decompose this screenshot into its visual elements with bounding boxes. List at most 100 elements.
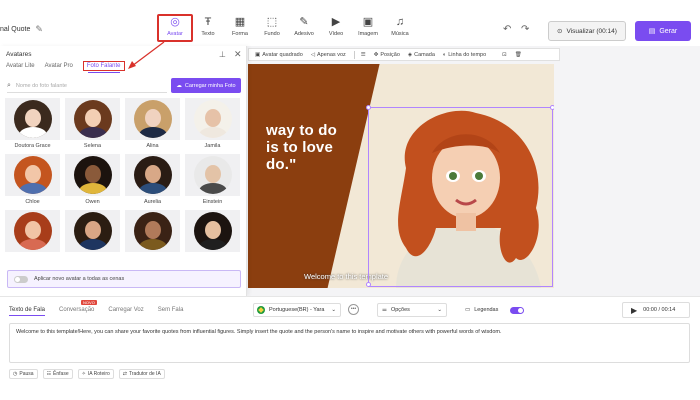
emphasis-button[interactable]: ☷ Ênfase <box>42 369 73 379</box>
undo-icon[interactable]: ↶ <box>503 24 511 35</box>
avatar-card[interactable]: Doutora Grace <box>5 98 60 150</box>
toolbar-label: Avatar <box>167 31 183 37</box>
preview-button[interactable]: ⊙ Visualizar (00:14) <box>548 21 626 41</box>
video-icon: ▶ <box>331 16 341 28</box>
tab-avatar-pro[interactable]: Avatar Pro <box>45 63 73 71</box>
avatar-body <box>138 127 167 138</box>
toolbar-music-button[interactable]: ♫ Música <box>382 16 418 42</box>
subtitles-toggle[interactable] <box>510 306 525 314</box>
trash-icon[interactable]: 🗑 <box>515 52 522 58</box>
avatar-body <box>18 127 47 138</box>
toolbar-sticker-button[interactable]: ✎ Adesivo <box>286 16 322 42</box>
tab-foto-falante[interactable]: Foto Falante <box>82 61 125 73</box>
subtitles-icon: ▭ <box>465 307 471 313</box>
avatar-card[interactable]: Einstein <box>185 154 240 206</box>
script-textarea[interactable]: Welcome to this template!Here, you can s… <box>9 323 690 363</box>
avatar-card[interactable] <box>5 210 60 262</box>
position-option[interactable]: ✥ Posição <box>374 52 400 58</box>
play-icon[interactable]: ▶ <box>631 306 637 315</box>
toolbar-shape-button[interactable]: ▦ Forma <box>222 16 258 42</box>
avatar-card[interactable]: Selena <box>65 98 120 150</box>
search-input[interactable]: Nome do foto falante <box>16 83 67 89</box>
avatar-face <box>24 165 41 183</box>
avatar-thumbnail <box>65 210 120 252</box>
resize-handle[interactable] <box>366 282 371 287</box>
tab-no-speech[interactable]: Sem Fala <box>158 307 184 316</box>
avatar-body <box>78 127 107 138</box>
ai-translator-button[interactable]: ⇄ Tradutor de IA <box>118 369 165 379</box>
upload-photo-button[interactable]: ☁ Carregar minha Foto <box>171 78 241 93</box>
user-circle-icon: ◎ <box>170 16 180 28</box>
unlock-icon[interactable]: ⊡ <box>502 52 507 58</box>
tab-upload-voice[interactable]: Carregar Voz <box>108 307 143 316</box>
generate-button[interactable]: ▤ Gerar <box>635 21 691 41</box>
avatar-card[interactable] <box>185 210 240 262</box>
avatar-shape-option[interactable]: ▣ Avatar quadrado <box>255 52 303 58</box>
selection-box[interactable] <box>368 107 553 287</box>
avatar-portrait <box>193 100 232 138</box>
pin-icon[interactable]: ⊥ <box>219 50 226 59</box>
avatar-thumbnail <box>125 154 180 196</box>
toolbar-text-button[interactable]: Ŧ Texto <box>190 16 226 42</box>
resize-handle[interactable] <box>550 105 554 110</box>
avatar-panel: Avatares ⊥ ✕ Avatar Lite Avatar Pro Foto… <box>0 46 247 296</box>
voice-icon: ◁ <box>310 51 316 58</box>
avatar-name: Jamila <box>204 143 221 149</box>
resize-handle[interactable] <box>366 105 371 110</box>
voice-only-option[interactable]: ◁ Apenas voz <box>311 52 346 58</box>
toolbar-label: Vídeo <box>328 31 344 37</box>
tab-conversation[interactable]: Conversação NOVO <box>59 300 97 316</box>
avatar-card[interactable]: Chloe <box>5 154 60 206</box>
tab-text-to-speech[interactable]: Texto de Fala <box>9 307 46 316</box>
document-title[interactable]: nal Quote ✎ <box>0 24 43 35</box>
stroke-option[interactable]: ☰ <box>361 52 366 58</box>
pause-button[interactable]: ◷ Pausa <box>9 369 38 379</box>
language-label: Portuguese(BR) - Yara <box>269 307 325 313</box>
chevron-down-icon: ⌄ <box>437 307 442 313</box>
sliders-icon: ⚌ <box>382 307 387 313</box>
avatar-face <box>84 165 101 183</box>
edit-title-icon[interactable]: ✎ <box>35 24 43 35</box>
toolbar-image-button[interactable]: ▣ Imagem <box>350 16 386 42</box>
avatar-face <box>144 165 161 183</box>
avatar-portrait <box>13 100 52 138</box>
avatar-card[interactable] <box>125 210 180 262</box>
toolbar-background-button[interactable]: ⬚ Fundo <box>254 16 290 42</box>
redo-icon[interactable]: ↷ <box>521 24 529 35</box>
line-weight-icon: ☰ <box>360 51 366 58</box>
ai-script-button[interactable]: ✧ IA Roteiro <box>77 369 114 379</box>
avatar-card[interactable]: Aurelia <box>125 154 180 206</box>
avatar-name: Alina <box>146 143 159 149</box>
avatar-face <box>144 221 161 239</box>
toolbar-video-button[interactable]: ▶ Vídeo <box>318 16 354 42</box>
timeline-option[interactable]: ◐ Linha do tempo <box>443 52 486 58</box>
toolbar-avatar-button[interactable]: ◎ Avatar <box>157 14 193 42</box>
avatar-search[interactable]: ⌕ Nome do foto falante <box>7 79 167 93</box>
divider <box>353 50 355 59</box>
close-icon[interactable]: ✕ <box>234 49 242 60</box>
avatar-card[interactable]: Alina <box>125 98 180 150</box>
music-icon: ♫ <box>395 16 405 28</box>
layer-label: Camada <box>414 51 435 58</box>
apply-all-toggle[interactable] <box>14 275 28 283</box>
avatar-thumbnail <box>125 98 180 140</box>
tab-avatar-lite[interactable]: Avatar Lite <box>6 63 35 71</box>
subtitles-control[interactable]: ▭ Legendas <box>465 303 533 317</box>
avatar-portrait <box>133 156 172 194</box>
more-options-icon[interactable]: ••• <box>348 304 359 315</box>
options-select[interactable]: ⚌ Opções ⌄ <box>377 303 447 317</box>
slide-canvas[interactable]: way to do is to love do." Welcome to thi… <box>248 64 554 288</box>
avatar-card[interactable]: Jamila <box>185 98 240 150</box>
script-panel: Texto de Fala Conversação NOVO Carregar … <box>0 296 700 400</box>
layer-option[interactable]: ◈ Camada <box>408 52 435 58</box>
slide-quote-text[interactable]: way to do is to love do." <box>266 122 337 173</box>
apply-all-scenes-row[interactable]: Aplicar novo avatar a todas as cenas <box>7 270 241 288</box>
avatar-card[interactable]: Owen <box>65 154 120 206</box>
voice-language-select[interactable]: Portuguese(BR) - Yara ⌄ <box>253 303 341 317</box>
avatar-body <box>198 183 227 194</box>
quote-line: way to do <box>266 122 337 139</box>
avatar-card[interactable] <box>65 210 120 262</box>
brazil-flag-icon <box>257 306 265 314</box>
audio-player[interactable]: ▶ 00:00 / 00:14 <box>622 302 690 318</box>
play-circle-icon: ⊙ <box>557 28 563 35</box>
